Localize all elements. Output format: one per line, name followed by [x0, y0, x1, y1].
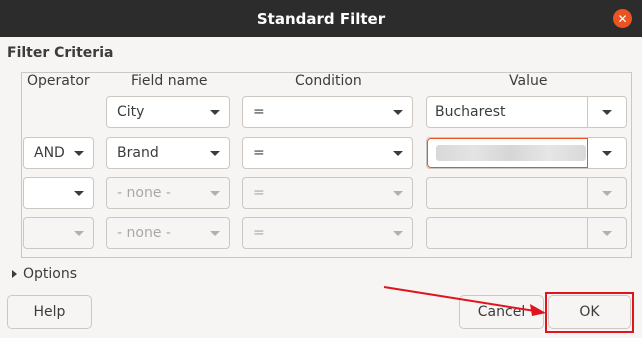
chevron-down-icon[interactable]: [588, 218, 626, 248]
value-combo-1[interactable]: Bucharest: [426, 96, 627, 128]
options-label: Options: [23, 266, 78, 282]
close-button[interactable]: ✕: [613, 9, 632, 28]
field-select-1-value: City: [117, 104, 145, 120]
column-header-value: Value: [509, 73, 548, 89]
condition-select-3-value: =: [253, 185, 265, 201]
chevron-down-icon: [65, 218, 93, 248]
condition-select-2[interactable]: =: [242, 137, 413, 169]
chevron-down-icon: [201, 97, 229, 127]
chevron-down-icon[interactable]: [588, 178, 626, 208]
operator-select-4[interactable]: [23, 217, 94, 249]
cancel-button-label: Cancel: [477, 304, 526, 320]
field-select-2-value: Brand: [117, 145, 159, 161]
value-input-1[interactable]: Bucharest: [427, 97, 588, 127]
value-combo-3[interactable]: [426, 177, 627, 209]
value-input-1-text: Bucharest: [435, 104, 506, 120]
condition-select-1-value: =: [253, 104, 265, 120]
value-input-4[interactable]: [427, 218, 588, 248]
value-combo-4[interactable]: [426, 217, 627, 249]
operator-select-2-value: AND: [34, 145, 65, 161]
chevron-down-icon: [65, 178, 93, 208]
chevron-right-icon: [12, 270, 17, 278]
condition-select-1[interactable]: =: [242, 96, 413, 128]
chevron-down-icon: [201, 178, 229, 208]
column-header-field: Field name: [131, 73, 208, 89]
help-button[interactable]: Help: [7, 295, 92, 329]
value-input-2[interactable]: [427, 138, 588, 168]
chevron-down-icon[interactable]: [588, 138, 626, 168]
field-select-1[interactable]: City: [106, 96, 230, 128]
cancel-button[interactable]: Cancel: [459, 295, 544, 329]
chevron-down-icon: [384, 138, 412, 168]
chevron-down-icon: [65, 138, 93, 168]
condition-select-2-value: =: [253, 145, 265, 161]
chevron-down-icon: [201, 218, 229, 248]
chevron-down-icon: [201, 138, 229, 168]
chevron-down-icon[interactable]: [588, 97, 626, 127]
field-select-3-value: - none -: [117, 185, 171, 201]
column-header-condition: Condition: [295, 73, 362, 89]
value-combo-2[interactable]: [426, 137, 627, 169]
chevron-down-icon: [384, 178, 412, 208]
condition-select-4-value: =: [253, 225, 265, 241]
chevron-down-icon: [384, 218, 412, 248]
close-icon: ✕: [617, 11, 628, 26]
window-title: Standard Filter: [256, 9, 386, 28]
value-input-3[interactable]: [427, 178, 588, 208]
operator-select-3[interactable]: [23, 177, 94, 209]
ok-highlight-box: [545, 292, 634, 333]
blurred-value: [436, 145, 586, 161]
field-select-4-value: - none -: [117, 225, 171, 241]
field-select-3[interactable]: - none -: [106, 177, 230, 209]
title-bar: Standard Filter ✕: [0, 0, 642, 37]
help-button-label: Help: [33, 304, 66, 320]
condition-select-4[interactable]: =: [242, 217, 413, 249]
column-header-operator: Operator: [27, 73, 90, 89]
options-expander[interactable]: Options: [12, 266, 77, 282]
condition-select-3[interactable]: =: [242, 177, 413, 209]
operator-select-2[interactable]: AND: [23, 137, 94, 169]
section-title: Filter Criteria: [7, 45, 114, 61]
chevron-down-icon: [384, 97, 412, 127]
field-select-2[interactable]: Brand: [106, 137, 230, 169]
field-select-4[interactable]: - none -: [106, 217, 230, 249]
